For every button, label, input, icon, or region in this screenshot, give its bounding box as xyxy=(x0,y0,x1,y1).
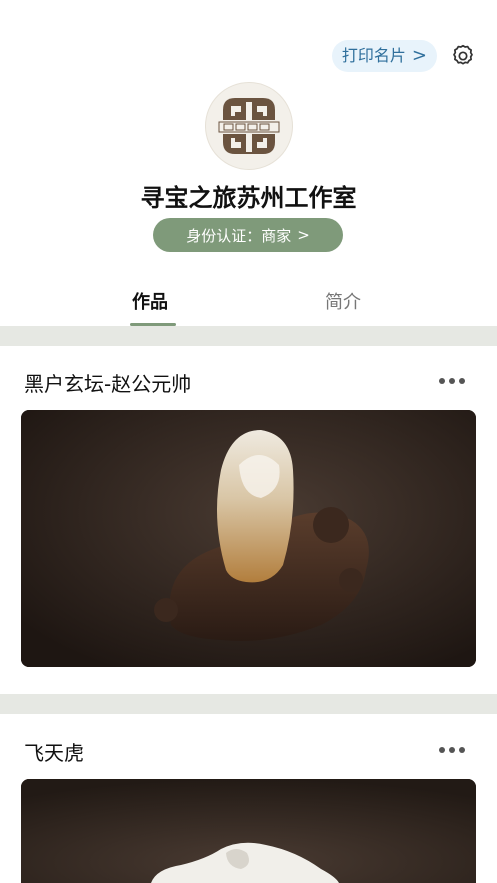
identity-badge-button[interactable]: 身份认证：商家 > xyxy=(153,218,343,252)
tab-intro[interactable]: 简介 xyxy=(325,288,361,324)
post-title[interactable]: 黑户玄坛-赵公元帅 xyxy=(24,368,191,397)
chevron-right-icon: > xyxy=(411,45,427,66)
post-title[interactable]: 飞天虎 xyxy=(24,737,84,766)
post-image[interactable] xyxy=(21,410,476,667)
more-options-button[interactable] xyxy=(439,745,469,755)
more-dot xyxy=(449,747,455,753)
more-dot xyxy=(459,747,465,753)
avatar[interactable] xyxy=(205,82,293,170)
print-card-button[interactable]: 打印名片 > xyxy=(331,40,437,72)
gear-icon xyxy=(453,44,473,65)
profile-name: 寻宝之旅苏州工作室 xyxy=(140,184,357,212)
settings-button[interactable] xyxy=(449,42,477,70)
chevron-right-icon: > xyxy=(297,226,310,244)
more-dot xyxy=(439,378,445,384)
tab-bar: 作品 简介 xyxy=(0,288,497,328)
section-divider xyxy=(0,694,497,714)
more-options-button[interactable] xyxy=(439,376,469,386)
print-card-label: 打印名片 xyxy=(341,46,406,65)
more-dot xyxy=(449,378,455,384)
tab-works[interactable]: 作品 xyxy=(132,288,168,324)
logo-emblem xyxy=(218,98,280,154)
more-dot xyxy=(439,747,445,753)
top-actions: 打印名片 > xyxy=(331,40,477,72)
identity-label: 身份认证：商家 xyxy=(186,226,292,245)
jade-tiger-image xyxy=(21,779,476,883)
post-image[interactable] xyxy=(21,779,476,883)
section-divider xyxy=(0,326,497,346)
jade-sculpture-image xyxy=(21,410,476,667)
more-dot xyxy=(459,378,465,384)
